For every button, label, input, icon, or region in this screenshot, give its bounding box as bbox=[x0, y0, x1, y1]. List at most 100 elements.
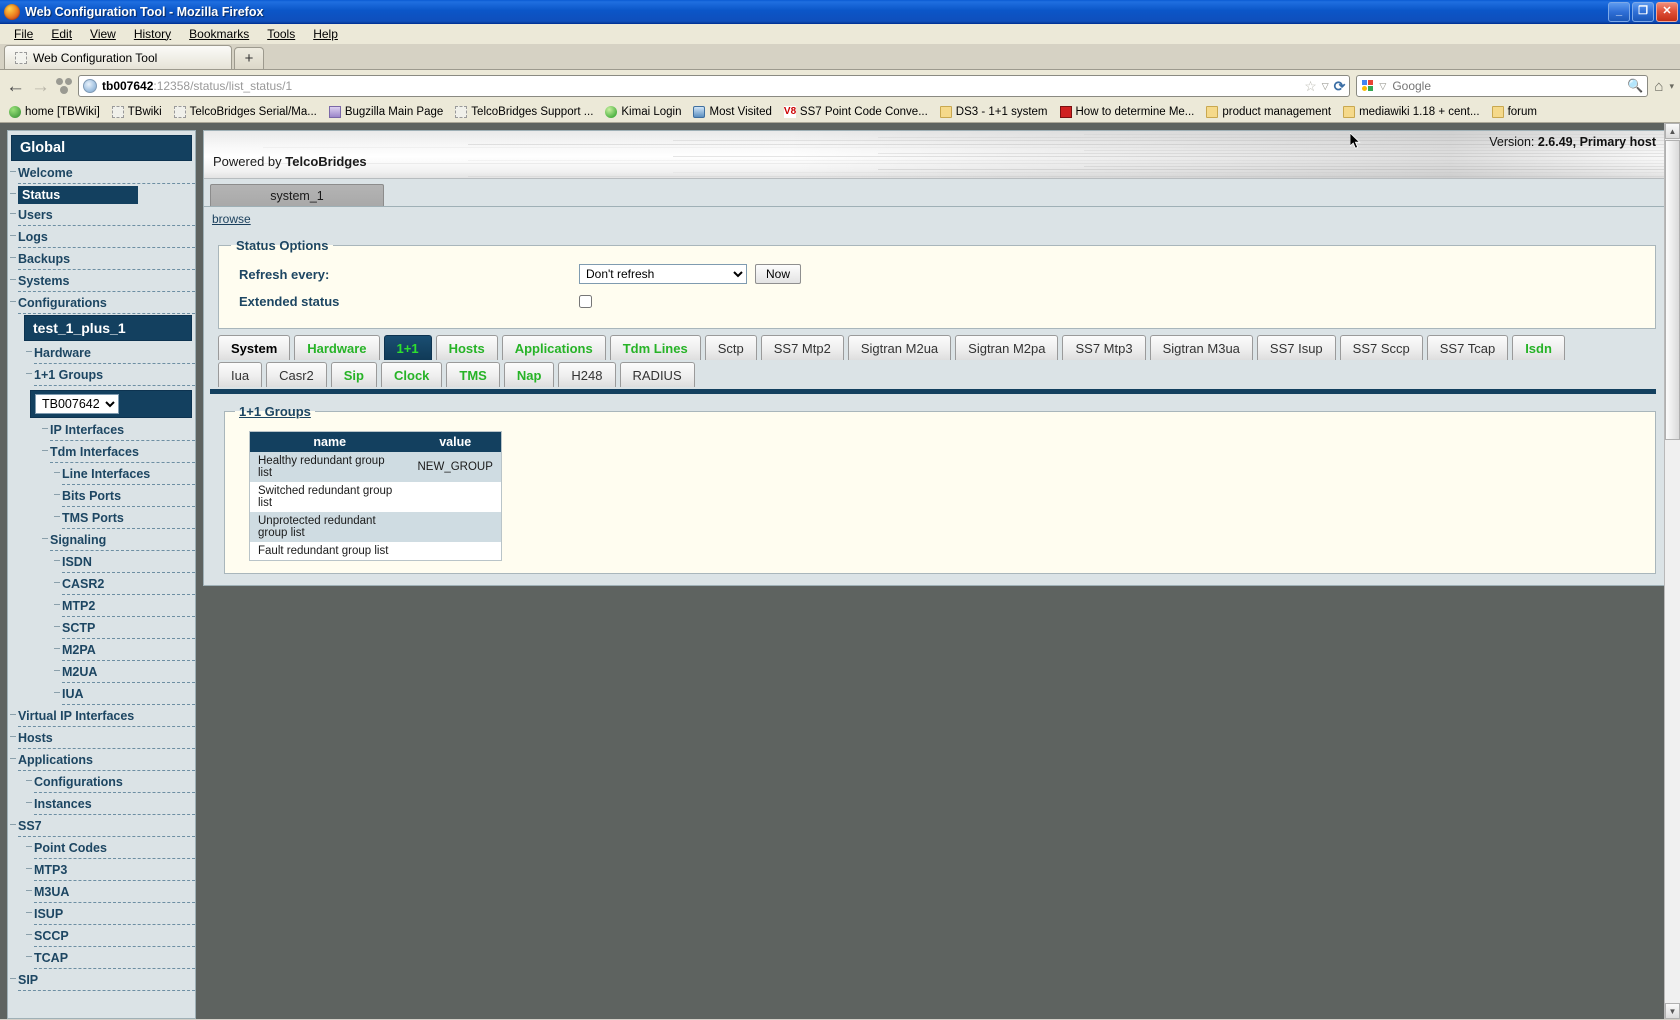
sidebar-item[interactable]: TCAP bbox=[26, 948, 195, 970]
sidebar-item[interactable]: M2PA bbox=[54, 640, 195, 662]
sidebar-item[interactable]: Backups bbox=[10, 249, 195, 271]
sidebar-item[interactable]: SCCP bbox=[26, 926, 195, 948]
sidebar-item-m2ua[interactable]: M2UA bbox=[62, 663, 195, 681]
sidebar-item-point-codes[interactable]: Point Codes bbox=[34, 839, 195, 857]
status-tab-ss7-mtp3[interactable]: SS7 Mtp3 bbox=[1062, 335, 1146, 360]
sidebar-item[interactable]: Logs bbox=[10, 227, 195, 249]
browser-tab[interactable]: Web Configuration Tool bbox=[4, 45, 232, 69]
status-tab-ss7-isup[interactable]: SS7 Isup bbox=[1256, 335, 1336, 360]
browse-link[interactable]: browse bbox=[212, 212, 251, 226]
sidebar-item-tms-ports[interactable]: TMS Ports bbox=[62, 509, 195, 527]
status-tab-applications[interactable]: Applications bbox=[501, 335, 606, 360]
status-tab-sip[interactable]: Sip bbox=[330, 362, 377, 387]
search-bar[interactable]: ▽ 🔍 bbox=[1356, 75, 1649, 97]
sidebar-item-signaling[interactable]: Signaling bbox=[50, 531, 195, 549]
maximize-button[interactable]: ❐ bbox=[1632, 1, 1654, 22]
tab-system-1[interactable]: system_1 bbox=[210, 184, 384, 206]
bookmark-star-icon[interactable]: ☆ bbox=[1304, 78, 1317, 95]
status-tab-ss7-sccp[interactable]: SS7 Sccp bbox=[1339, 335, 1423, 360]
status-tab-iua[interactable]: Iua bbox=[218, 362, 263, 387]
sidebar-item[interactable]: Hardware bbox=[26, 343, 195, 365]
search-input[interactable] bbox=[1390, 78, 1624, 94]
sidebar-item[interactable]: M3UA bbox=[26, 882, 195, 904]
sidebar-item-sctp[interactable]: SCTP bbox=[62, 619, 195, 637]
sidebar-item[interactable]: Configurations bbox=[10, 293, 195, 315]
bookmark-item[interactable]: How to determine Me... bbox=[1055, 105, 1200, 119]
sidebar-item-m3ua[interactable]: M3UA bbox=[34, 883, 195, 901]
sidebar-item[interactable]: Configurations bbox=[26, 772, 195, 794]
sidebar-item-users[interactable]: Users bbox=[18, 206, 195, 224]
back-button[interactable]: ← bbox=[6, 77, 25, 96]
sidebar-item[interactable]: Users bbox=[10, 205, 195, 227]
sidebar-item-logs[interactable]: Logs bbox=[18, 228, 195, 246]
sidebar-item[interactable]: Applications bbox=[10, 750, 195, 772]
sidebar-item-line-interfaces[interactable]: Line Interfaces bbox=[62, 465, 195, 483]
sidebar-item[interactable]: Line Interfaces bbox=[54, 464, 195, 486]
status-tab-1-1[interactable]: 1+1 bbox=[383, 335, 432, 360]
sidebar-item[interactable]: Welcome bbox=[10, 163, 195, 185]
sidebar-item-welcome[interactable]: Welcome bbox=[18, 164, 195, 182]
menu-bookmarks[interactable]: Bookmarks bbox=[181, 25, 257, 43]
status-tab-tms[interactable]: TMS bbox=[446, 362, 500, 387]
bookmark-item[interactable]: DS3 - 1+1 system bbox=[935, 105, 1053, 119]
minimize-button[interactable]: _ bbox=[1608, 1, 1630, 22]
status-tab-sigtran-m2ua[interactable]: Sigtran M2ua bbox=[847, 335, 952, 360]
sidebar-item[interactable]: SCTP bbox=[54, 618, 195, 640]
scrollbar-thumb[interactable] bbox=[1665, 140, 1680, 440]
status-tab-radius[interactable]: RADIUS bbox=[619, 362, 695, 387]
status-tab-sctp[interactable]: Sctp bbox=[704, 335, 757, 360]
sidebar-item-ip-interfaces[interactable]: IP Interfaces bbox=[50, 421, 195, 439]
scroll-down-arrow-icon[interactable]: ▼ bbox=[1665, 1003, 1680, 1019]
bookmark-item[interactable]: V8 SS7 Point Code Conve... bbox=[779, 105, 933, 119]
menu-view[interactable]: View bbox=[82, 25, 124, 43]
extended-status-checkbox[interactable] bbox=[579, 295, 592, 308]
sidebar-item[interactable]: SS7 bbox=[10, 816, 195, 838]
sidebar-item[interactable]: ISUP bbox=[26, 904, 195, 926]
sidebar-item[interactable]: Instances bbox=[26, 794, 195, 816]
sidebar-item[interactable]: Signaling bbox=[42, 530, 195, 552]
sidebar-item[interactable]: CASR2 bbox=[54, 574, 195, 596]
sidebar-item-casr2[interactable]: CASR2 bbox=[62, 575, 195, 593]
sidebar-item-tdm-interfaces[interactable]: Tdm Interfaces bbox=[50, 443, 195, 461]
forward-button[interactable]: → bbox=[31, 77, 50, 96]
status-tab-isdn[interactable]: Isdn bbox=[1512, 335, 1565, 360]
bookmark-item[interactable]: forum bbox=[1487, 105, 1542, 119]
sidebar-item-configurations[interactable]: Configurations bbox=[18, 294, 195, 312]
url-bar[interactable]: tb007642:12358/status/list_status/1 ☆ ▽ … bbox=[78, 75, 1351, 97]
sidebar-item[interactable]: Bits Ports bbox=[54, 486, 195, 508]
reload-icon[interactable]: ⟳ bbox=[1334, 78, 1346, 95]
menu-tools[interactable]: Tools bbox=[259, 25, 303, 43]
sidebar-item-tcap[interactable]: TCAP bbox=[34, 949, 195, 967]
sidebar-item-isup[interactable]: ISUP bbox=[34, 905, 195, 923]
sidebar-item-m2pa[interactable]: M2PA bbox=[62, 641, 195, 659]
sidebar-item-virtual-ip-interfaces[interactable]: Virtual IP Interfaces bbox=[18, 707, 195, 725]
sidebar-item-sip[interactable]: SIP bbox=[18, 971, 195, 989]
feed-icon[interactable] bbox=[56, 78, 72, 94]
sidebar-item-bits-ports[interactable]: Bits Ports bbox=[62, 487, 195, 505]
sidebar-item[interactable]: Point Codes bbox=[26, 838, 195, 860]
status-tab-sigtran-m2pa[interactable]: Sigtran M2pa bbox=[955, 335, 1059, 360]
sidebar-item[interactable]: M2UA bbox=[54, 662, 195, 684]
status-tab-ss7-mtp2[interactable]: SS7 Mtp2 bbox=[760, 335, 844, 360]
menu-help[interactable]: Help bbox=[305, 25, 346, 43]
sidebar-item[interactable]: MTP3 bbox=[26, 860, 195, 882]
bookmark-item[interactable]: home [TBWiki] bbox=[4, 105, 105, 119]
vertical-scrollbar[interactable]: ▲ ▼ bbox=[1664, 123, 1680, 1019]
bookmark-item[interactable]: Kimai Login bbox=[600, 105, 686, 119]
status-tab-hosts[interactable]: Hosts bbox=[435, 335, 498, 360]
sidebar-item-configurations[interactable]: Configurations bbox=[34, 773, 195, 791]
status-tab-nap[interactable]: Nap bbox=[503, 362, 555, 387]
sidebar-item-systems[interactable]: Systems bbox=[18, 272, 195, 290]
sidebar-item-hosts[interactable]: Hosts bbox=[18, 729, 195, 747]
bookmark-item[interactable]: TelcoBridges Serial/Ma... bbox=[169, 105, 322, 119]
bookmark-item[interactable]: mediawiki 1.18 + cent... bbox=[1338, 105, 1485, 119]
sidebar-item-applications[interactable]: Applications bbox=[18, 751, 195, 769]
status-tab-sigtran-m3ua[interactable]: Sigtran M3ua bbox=[1149, 335, 1253, 360]
sidebar-item[interactable]: 1+1 Groups bbox=[26, 365, 195, 387]
status-tab-h248[interactable]: H248 bbox=[558, 362, 616, 387]
bookmark-item[interactable]: product management bbox=[1201, 105, 1336, 119]
scroll-up-arrow-icon[interactable]: ▲ bbox=[1665, 123, 1680, 139]
menu-file[interactable]: File bbox=[6, 25, 41, 43]
menu-history[interactable]: History bbox=[126, 25, 179, 43]
refresh-interval-select[interactable]: Don't refresh5 seconds10 seconds30 secon… bbox=[579, 264, 747, 284]
